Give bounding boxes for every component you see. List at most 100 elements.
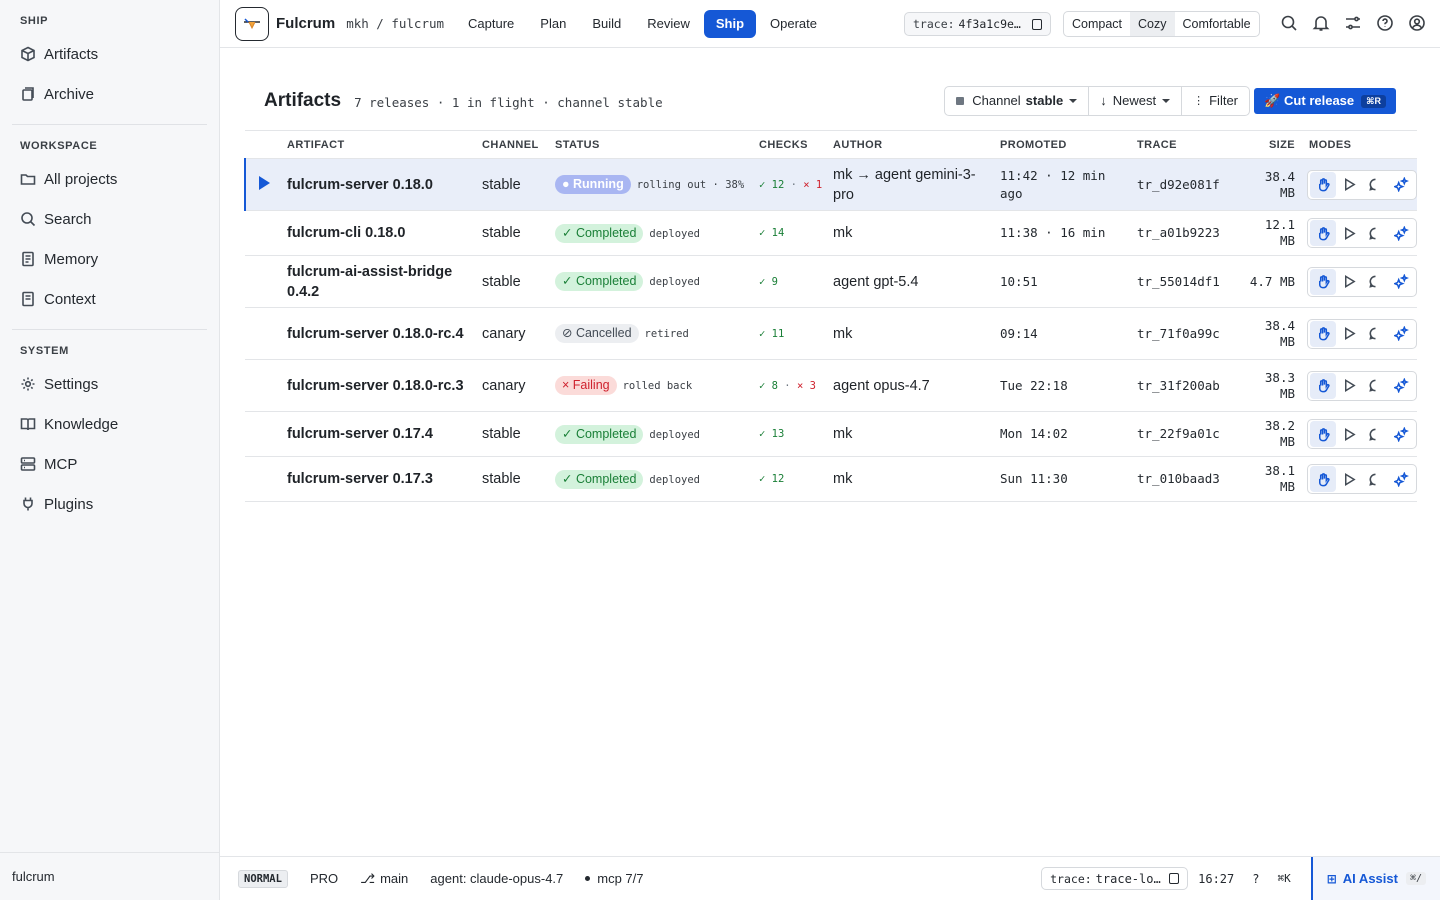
breadcrumb[interactable]: mkh / fulcrum (346, 16, 444, 31)
mode-sparkle-button[interactable] (1388, 269, 1414, 295)
artifact-name[interactable]: fulcrum-server 0.18.0-rc.4 (287, 326, 464, 342)
mode-play-button[interactable] (1336, 269, 1362, 295)
help-icon[interactable] (1376, 14, 1394, 32)
sidebar-item-all-projects[interactable]: All projects (12, 159, 207, 199)
mode-hand-button[interactable] (1310, 466, 1336, 492)
table-row[interactable]: fulcrum-server 0.17.3 stable ✓ Completed de… (245, 456, 1417, 502)
trace-cell[interactable]: tr_010baad3 (1133, 456, 1244, 502)
mode-play-button[interactable] (1336, 220, 1362, 246)
mode-hand-button[interactable] (1310, 320, 1336, 347)
checks-cell[interactable]: ✓ 11 (755, 307, 829, 360)
mode-sparkle-button[interactable] (1388, 220, 1414, 246)
artifact-cell[interactable]: fulcrum-ai-assist-bridge 0.4.2 (283, 255, 478, 308)
mode-chat-button[interactable] (1362, 172, 1388, 198)
workspace-switcher[interactable]: fulcrum (0, 852, 219, 900)
artifact-cell[interactable]: fulcrum-cli 0.18.0 (283, 210, 478, 256)
sort-dropdown[interactable]: ↓ Newest (1089, 87, 1183, 115)
checks-cell[interactable]: ✓ 14 (755, 210, 829, 256)
col-channel[interactable]: CHANNEL (478, 130, 551, 159)
user-avatar-icon[interactable] (1408, 14, 1426, 32)
play-icon[interactable] (259, 175, 270, 190)
copy-icon[interactable] (1032, 18, 1042, 30)
mode-play-button[interactable] (1336, 421, 1362, 447)
sidebar-item-archive[interactable]: Archive (12, 74, 207, 114)
tab-capture[interactable]: Capture (456, 10, 526, 38)
tab-plan[interactable]: Plan (528, 10, 578, 38)
trace-cell[interactable]: tr_a01b9223 (1133, 210, 1244, 256)
table-row[interactable]: fulcrum-server 0.18.0-rc.3 canary × Failin… (245, 359, 1417, 412)
sidebar-item-artifacts[interactable]: Artifacts (12, 34, 207, 74)
mode-sparkle-button[interactable] (1388, 321, 1414, 347)
mode-sparkle-button[interactable] (1388, 421, 1414, 447)
table-row[interactable]: fulcrum-cli 0.18.0 stable ✓ Completed deplo… (245, 210, 1417, 256)
artifact-cell[interactable]: fulcrum-server 0.18.0-rc.3 (283, 359, 478, 412)
tab-operate[interactable]: Operate (758, 10, 829, 38)
table-row[interactable]: fulcrum-server 0.18.0 stable ● Running roll… (244, 158, 1417, 211)
artifact-cell[interactable]: fulcrum-server 0.17.3 (283, 456, 478, 502)
artifact-name[interactable]: fulcrum-server 0.18.0 (287, 177, 433, 193)
channel-dropdown[interactable]: Channel stable (945, 87, 1090, 115)
sidebar-item-context[interactable]: Context (12, 279, 207, 319)
density-compact[interactable]: Compact (1064, 12, 1130, 36)
col-size[interactable]: SIZE (1244, 130, 1299, 159)
mcp-indicator[interactable]: mcp 7/7 (585, 871, 644, 886)
mode-play-button[interactable] (1336, 466, 1362, 492)
mode-chat-button[interactable] (1362, 421, 1388, 447)
mode-hand-button[interactable] (1310, 171, 1336, 198)
mode-chat-button[interactable] (1362, 466, 1388, 492)
mode-play-button[interactable] (1336, 321, 1362, 347)
table-row[interactable]: fulcrum-ai-assist-bridge 0.4.2 stable ✓ Co… (245, 255, 1417, 308)
trace-cell[interactable]: tr_d92e081f (1133, 158, 1244, 211)
trace-cell[interactable]: tr_55014df1 (1133, 255, 1244, 308)
tab-ship[interactable]: Ship (703, 9, 757, 38)
density-cozy[interactable]: Cozy (1130, 12, 1175, 36)
bell-icon[interactable] (1312, 14, 1330, 32)
artifact-cell[interactable]: fulcrum-server 0.18.0-rc.4 (283, 307, 478, 360)
tab-review[interactable]: Review (635, 10, 702, 38)
ai-assist-button[interactable]: ⊞ AI Assist ⌘/ (1310, 857, 1440, 900)
artifact-name[interactable]: fulcrum-ai-assist-bridge 0.4.2 (287, 264, 452, 300)
artifact-name[interactable]: fulcrum-server 0.18.0-rc.3 (287, 378, 464, 394)
app-logo[interactable] (235, 6, 269, 41)
trace-cell[interactable]: tr_71f0a99c (1133, 307, 1244, 360)
checks-cell[interactable]: ✓ 12 · × 1 (755, 158, 829, 211)
sliders-icon[interactable] (1344, 14, 1362, 32)
trace-cell[interactable]: tr_22f9a01c (1133, 411, 1244, 457)
copy-icon[interactable] (1169, 873, 1180, 884)
checks-cell[interactable]: ✓ 9 (755, 255, 829, 308)
artifact-name[interactable]: fulcrum-server 0.17.4 (287, 426, 433, 442)
mode-chat-button[interactable] (1362, 321, 1388, 347)
search-icon[interactable] (1280, 14, 1298, 32)
col-author[interactable]: AUTHOR (829, 130, 996, 159)
trace-cell[interactable]: tr_31f200ab (1133, 359, 1244, 412)
mode-play-button[interactable] (1336, 172, 1362, 198)
sidebar-item-settings[interactable]: Settings (12, 364, 207, 404)
sidebar-item-search[interactable]: Search (12, 199, 207, 239)
agent-indicator[interactable]: agent: claude-opus-4.7 (430, 871, 563, 886)
mode-hand-button[interactable] (1310, 220, 1336, 246)
mode-play-button[interactable] (1336, 373, 1362, 399)
sidebar-item-knowledge[interactable]: Knowledge (12, 404, 207, 444)
col-status[interactable]: STATUS (551, 130, 755, 159)
tab-build[interactable]: Build (580, 10, 633, 38)
filter-button[interactable]: ⋮ Filter (1182, 87, 1249, 115)
mode-chat-button[interactable] (1362, 220, 1388, 246)
mode-chat-button[interactable] (1362, 373, 1388, 399)
table-row[interactable]: fulcrum-server 0.17.4 stable ✓ Completed de… (245, 411, 1417, 457)
artifact-cell[interactable]: fulcrum-server 0.18.0 (283, 158, 478, 211)
mode-hand-button[interactable] (1310, 421, 1336, 447)
checks-cell[interactable]: ✓ 8 · × 3 (755, 359, 829, 412)
col-artifact[interactable]: ARTIFACT (283, 130, 478, 159)
cut-release-button[interactable]: 🚀 Cut release ⌘R (1254, 88, 1396, 114)
mode-sparkle-button[interactable] (1388, 466, 1414, 492)
trace-id-pill[interactable]: trace: 4f3a1c9e… (904, 12, 1051, 36)
sidebar-item-mcp[interactable]: MCP (12, 444, 207, 484)
mode-sparkle-button[interactable] (1388, 172, 1414, 198)
mode-chat-button[interactable] (1362, 269, 1388, 295)
mode-hand-button[interactable] (1310, 372, 1336, 399)
col-promoted[interactable]: PROMOTED (996, 130, 1133, 159)
status-trace-pill[interactable]: trace: trace-lo… (1041, 867, 1189, 890)
branch-indicator[interactable]: ⎇ main (360, 871, 408, 887)
mode-sparkle-button[interactable] (1388, 373, 1414, 399)
artifact-name[interactable]: fulcrum-cli 0.18.0 (287, 225, 405, 241)
